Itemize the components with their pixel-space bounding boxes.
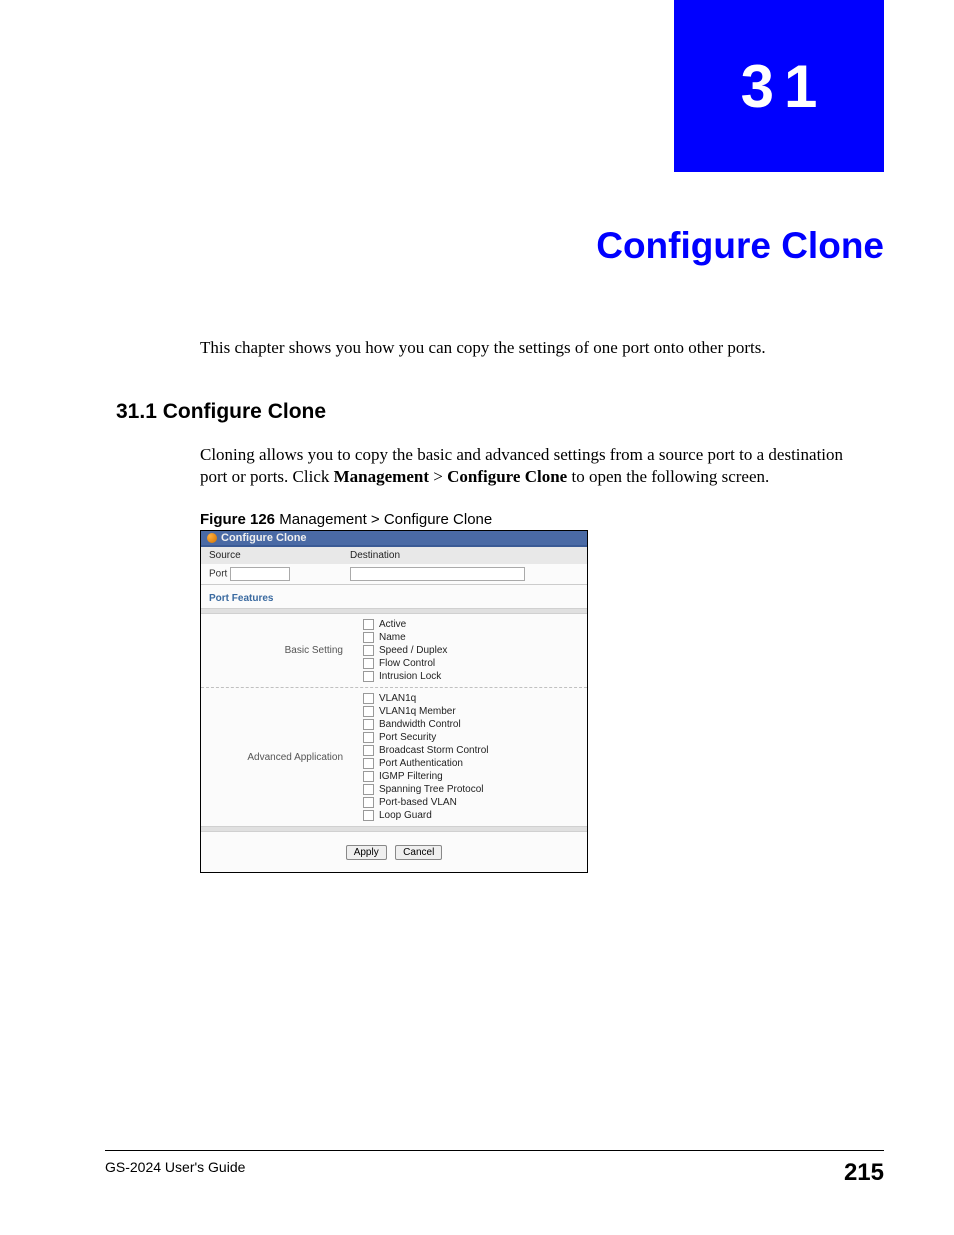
check-label: Active xyxy=(379,619,406,630)
check-label: Speed / Duplex xyxy=(379,645,447,656)
screenshot-button-row: Apply Cancel xyxy=(201,832,587,872)
check-label: Intrusion Lock xyxy=(379,671,441,682)
check-port-based-vlan: Port-based VLAN xyxy=(363,796,585,809)
advanced-application-list: VLAN1q VLAN1q Member Bandwidth Control P… xyxy=(361,688,587,826)
check-port-auth: Port Authentication xyxy=(363,757,585,770)
check-label: Port-based VLAN xyxy=(379,797,457,808)
body-text-mid: > xyxy=(429,467,447,486)
embedded-screenshot: Configure Clone Source Destination Port … xyxy=(200,530,588,873)
source-port-input[interactable] xyxy=(230,567,290,581)
checkbox-icon[interactable] xyxy=(363,719,374,730)
chapter-number-box: 31 xyxy=(674,0,884,172)
titlebar-bullet-icon xyxy=(207,533,217,543)
cancel-button[interactable]: Cancel xyxy=(395,845,442,860)
figure-caption-text: Management > Configure Clone xyxy=(275,511,492,528)
check-label: Broadcast Storm Control xyxy=(379,745,489,756)
chapter-intro-text: This chapter shows you how you can copy … xyxy=(200,338,860,358)
check-label: Spanning Tree Protocol xyxy=(379,784,484,795)
body-bold-2: Configure Clone xyxy=(447,467,567,486)
checkbox-icon[interactable] xyxy=(363,732,374,743)
footer-page-number: 215 xyxy=(844,1159,884,1187)
check-label: Bandwidth Control xyxy=(379,719,461,730)
check-intrusion-lock: Intrusion Lock xyxy=(363,670,585,683)
figure-label: Figure 126 xyxy=(200,511,275,528)
col-header-source: Source xyxy=(201,547,346,564)
section-heading: 31.1 Configure Clone xyxy=(116,400,326,424)
screenshot-titlebar: Configure Clone xyxy=(201,531,587,547)
check-stp: Spanning Tree Protocol xyxy=(363,783,585,796)
document-page: 31 Configure Clone This chapter shows yo… xyxy=(0,0,954,1235)
checkbox-icon[interactable] xyxy=(363,671,374,682)
check-vlan1q-member: VLAN1q Member xyxy=(363,705,585,718)
checkbox-icon[interactable] xyxy=(363,693,374,704)
column-header-row: Source Destination xyxy=(201,547,587,564)
page-footer: GS-2024 User's Guide 215 xyxy=(105,1150,884,1187)
checkbox-icon[interactable] xyxy=(363,658,374,669)
check-label: VLAN1q Member xyxy=(379,706,456,717)
check-active: Active xyxy=(363,618,585,631)
checkbox-icon[interactable] xyxy=(363,632,374,643)
port-label: Port xyxy=(209,569,227,580)
body-text-post: to open the following screen. xyxy=(567,467,769,486)
checkbox-icon[interactable] xyxy=(363,810,374,821)
checkbox-icon[interactable] xyxy=(363,619,374,630)
check-label: Name xyxy=(379,632,406,643)
destination-port-input[interactable] xyxy=(350,567,525,581)
check-port-security: Port Security xyxy=(363,731,585,744)
check-bandwidth-control: Bandwidth Control xyxy=(363,718,585,731)
basic-setting-label: Basic Setting xyxy=(201,614,361,687)
check-vlan1q: VLAN1q xyxy=(363,692,585,705)
check-label: Port Security xyxy=(379,732,436,743)
checkbox-icon[interactable] xyxy=(363,645,374,656)
check-speed-duplex: Speed / Duplex xyxy=(363,644,585,657)
screenshot-title-text: Configure Clone xyxy=(221,532,307,544)
check-broadcast-storm: Broadcast Storm Control xyxy=(363,744,585,757)
figure-caption: Figure 126 Management > Configure Clone xyxy=(200,511,492,528)
checkbox-icon[interactable] xyxy=(363,758,374,769)
check-name: Name xyxy=(363,631,585,644)
chapter-title: Configure Clone xyxy=(596,225,884,267)
port-features-heading: Port Features xyxy=(201,585,587,608)
check-label: IGMP Filtering xyxy=(379,771,443,782)
checkbox-icon[interactable] xyxy=(363,797,374,808)
basic-setting-block: Basic Setting Active Name Speed / Duplex… xyxy=(201,614,587,688)
advanced-application-label: Advanced Application xyxy=(201,688,361,826)
basic-setting-list: Active Name Speed / Duplex Flow Control … xyxy=(361,614,587,687)
checkbox-icon[interactable] xyxy=(363,784,374,795)
checkbox-icon[interactable] xyxy=(363,706,374,717)
apply-button[interactable]: Apply xyxy=(346,845,387,860)
footer-guide-name: GS-2024 User's Guide xyxy=(105,1159,245,1175)
col-header-destination: Destination xyxy=(346,547,587,564)
check-label: Loop Guard xyxy=(379,810,432,821)
check-label: Flow Control xyxy=(379,658,435,669)
check-flow-control: Flow Control xyxy=(363,657,585,670)
body-bold-1: Management xyxy=(334,467,429,486)
port-row: Port xyxy=(201,564,587,585)
checkbox-icon[interactable] xyxy=(363,771,374,782)
check-label: VLAN1q xyxy=(379,693,416,704)
check-igmp-filtering: IGMP Filtering xyxy=(363,770,585,783)
section-body: Cloning allows you to copy the basic and… xyxy=(200,444,860,488)
check-loop-guard: Loop Guard xyxy=(363,809,585,822)
checkbox-icon[interactable] xyxy=(363,745,374,756)
check-label: Port Authentication xyxy=(379,758,463,769)
chapter-number: 31 xyxy=(741,52,828,121)
advanced-application-block: Advanced Application VLAN1q VLAN1q Membe… xyxy=(201,688,587,826)
